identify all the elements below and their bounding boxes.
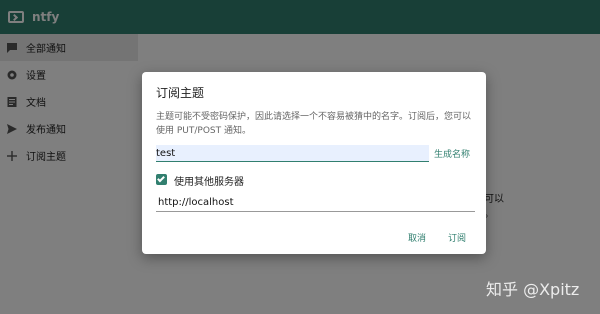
use-other-server-checkbox[interactable] [156,174,167,185]
topic-input[interactable] [156,145,429,162]
subscribe-dialog: 订阅主题 主题可能不受密码保护，因此请选择一个不容易被猜中的名字。订阅后，您可以… [142,72,486,254]
server-url-input[interactable] [156,193,475,212]
watermark: 知乎 @Xpitz [486,280,580,299]
use-other-server-label: 使用其他服务器 [174,177,244,188]
cancel-button[interactable]: 取消 [408,231,426,244]
dialog-description: 主题可能不受密码保护，因此请选择一个不容易被猜中的名字。订阅后，您可以使用 PU… [156,112,472,136]
generate-name-button[interactable]: 生成名称 [434,147,470,160]
dialog-title: 订阅主题 [156,86,205,100]
subscribe-button[interactable]: 订阅 [448,231,466,244]
